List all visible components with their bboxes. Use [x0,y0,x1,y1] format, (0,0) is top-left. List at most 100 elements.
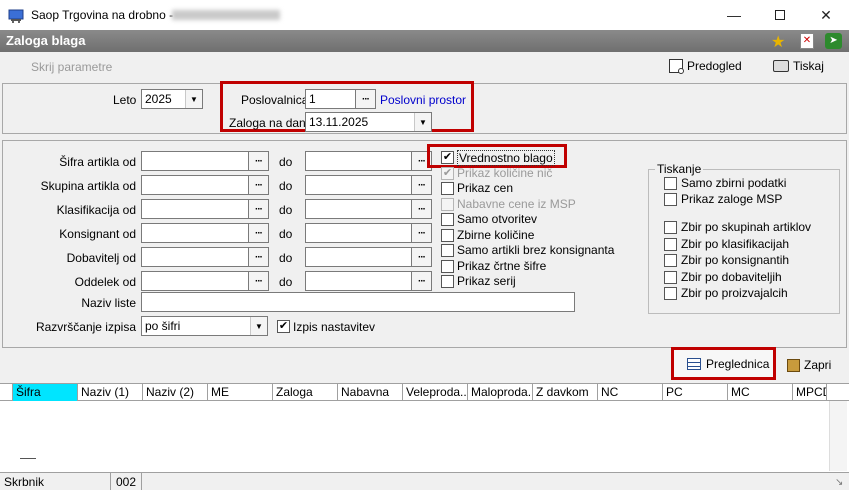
printing-checkbox[interactable] [664,221,677,234]
printing-checkbox[interactable] [664,287,677,300]
preview-button[interactable]: Predogled [669,59,742,74]
close-button[interactable]: Zapri [787,358,831,372]
sort-combo[interactable]: po šifri ▼ [141,316,268,336]
grid-header: Šifra Naziv (1) Naziv (2) ME Zaloga Nabavna Ve… [0,384,849,401]
favorite-star-icon[interactable]: ★ [771,32,785,52]
filter-to-lookup-button[interactable]: ··· [411,271,432,291]
door-icon [787,358,800,372]
stock-date-picker[interactable]: 13.11.2025 ▼ [305,112,432,132]
print-button[interactable]: Tiskaj [773,59,824,73]
option-label: Zbirne količine [457,227,535,242]
grid-column-header[interactable]: Maloproda... [468,384,533,401]
export-icon[interactable]: ➤ [825,33,842,49]
grid-column-header[interactable]: Z davkom [533,384,598,401]
filter-from-lookup-button[interactable]: ··· [248,271,269,291]
filter-to-input[interactable] [305,271,413,291]
filter-from-lookup-button[interactable]: ··· [248,151,269,171]
option-label: Vrednostno blago [457,150,555,166]
option-label: Samo artikli brez konsignanta [457,243,615,257]
filter-from-input[interactable] [141,223,249,243]
filter-from-lookup-button[interactable]: ··· [248,247,269,267]
hide-parameters-button[interactable]: Skrij parametre [31,60,112,74]
chevron-down-icon[interactable]: ▼ [414,113,431,131]
filter-from-input[interactable] [141,271,249,291]
branch-link[interactable]: Poslovni prostor [380,93,466,107]
list-name-input[interactable] [141,292,575,312]
window-title: Saop Trgovina na drobno - [31,8,174,22]
filter-to-lookup-button[interactable]: ··· [411,247,432,267]
grid-column-header[interactable]: Nabavna [338,384,403,401]
grid-column-header[interactable]: Šifra [13,384,78,401]
year-combo[interactable]: 2025 ▼ [141,89,203,109]
close-icon: ✕ [820,6,832,23]
toolbar: Skrij parametre Predogled Tiskaj [0,52,849,82]
filter-from-input[interactable] [141,247,249,267]
filter-to-label: do [279,155,293,169]
option-label: Nabavne cene iz MSP [457,196,576,211]
filter-to-label: do [279,203,293,217]
printing-checkbox[interactable] [664,270,677,284]
filter-to-lookup-button[interactable]: ··· [411,223,432,243]
year-value: 2025 [145,92,172,106]
filter-to-lookup-button[interactable]: ··· [411,175,432,195]
grid-column-header[interactable]: ME [208,384,273,401]
minimize-button[interactable]: — [711,0,757,30]
filter-from-input[interactable] [141,175,249,195]
filter-label: Klasifikacija od [56,203,136,217]
grid-column-header[interactable]: Zaloga [273,384,338,401]
branch-lookup-button[interactable]: ··· [355,89,376,109]
filter-from-lookup-button[interactable]: ··· [248,199,269,219]
filter-from-lookup-button[interactable]: ··· [248,223,269,243]
option-checkbox[interactable]: ✔ [441,151,454,164]
filter-to-input[interactable] [305,175,413,195]
printer-icon [773,60,789,72]
option-checkbox[interactable] [441,259,454,273]
filter-label: Šifra artikla od [59,155,136,169]
filter-from-lookup-button[interactable]: ··· [248,175,269,195]
option-checkbox[interactable] [441,213,454,226]
grid-scrollbar[interactable] [829,401,847,471]
grid-column-header[interactable]: Veleproda... [403,384,468,401]
close-document-icon[interactable]: ✕ [800,33,814,49]
grid-column-header[interactable]: Naziv (1) [78,384,143,401]
printing-checkbox[interactable] [664,193,677,206]
filter-to-input[interactable] [305,199,413,219]
preview-label: Predogled [687,59,742,73]
printing-label: Zbir po skupinah artiklov [681,220,812,234]
option-label: Samo otvoritev [457,212,538,226]
filter-to-input[interactable] [305,247,413,267]
filter-from-input[interactable] [141,151,249,171]
printing-checkbox[interactable] [664,254,677,267]
filter-label: Oddelek od [74,275,136,289]
grid-column-header[interactable]: MC [728,384,793,401]
option-label: Prikaz cen [457,181,514,195]
printing-checkbox[interactable] [664,177,677,190]
option-checkbox[interactable] [441,244,454,257]
option-checkbox[interactable] [441,275,454,288]
settings-checkbox[interactable]: ✔ [277,320,290,333]
option-checkbox[interactable] [441,228,454,242]
option-checkbox[interactable] [441,182,454,195]
filter-to-label: do [279,275,293,289]
filter-to-lookup-button[interactable]: ··· [411,199,432,219]
filter-from-input[interactable] [141,199,249,219]
grid-column-header[interactable]: NC [598,384,663,401]
chevron-down-icon[interactable]: ▼ [250,317,267,335]
printing-label: Zbir po proizvajalcih [681,286,788,300]
chevron-down-icon[interactable]: ▼ [185,90,202,108]
close-window-button[interactable]: ✕ [803,0,849,30]
preview-icon [669,59,684,74]
branch-input[interactable]: 1 [305,89,357,109]
filter-to-input[interactable] [305,151,413,171]
printing-checkbox[interactable] [664,237,677,251]
grid-column-header[interactable]: Naziv (2) [143,384,208,401]
printing-legend: Tiskanje [655,162,704,176]
form-header: Zaloga blaga ★ ✕ ➤ [0,30,849,52]
filter-to-input[interactable] [305,223,413,243]
maximize-button[interactable] [757,0,803,30]
resize-grip-icon[interactable]: ↘ [835,477,843,488]
data-grid[interactable]: Šifra Naziv (1) Naziv (2) ME Zaloga Nabavna Ve… [0,383,849,472]
grid-button[interactable]: Preglednica [671,347,776,380]
grid-column-header[interactable]: MPCD [793,384,827,401]
grid-column-header[interactable]: PC [663,384,728,401]
